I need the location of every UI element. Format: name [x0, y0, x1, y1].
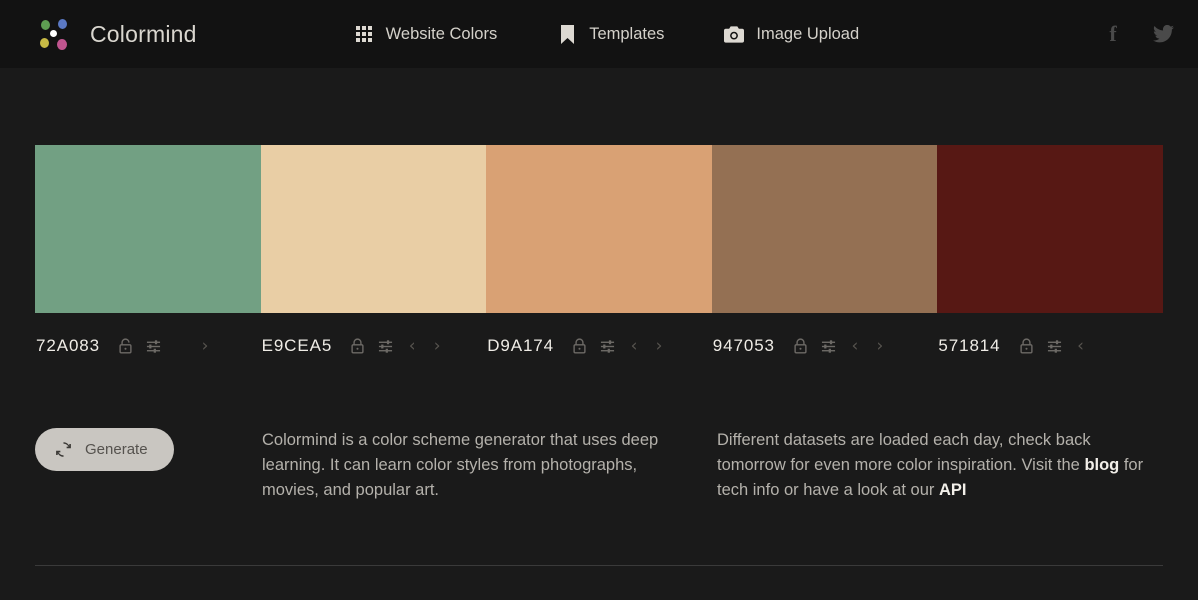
adjust-sliders-icon-1[interactable]	[145, 336, 162, 356]
bookmark-icon	[557, 24, 577, 44]
next-color-icon-3[interactable]: ›	[652, 336, 666, 356]
hex-code-3[interactable]: D9A174	[487, 336, 554, 356]
prev-color-icon-2[interactable]: ‹	[405, 336, 419, 356]
swatch-controls-bar: 72A083 ‹ › E9CEA5 ‹ › D9A174 ‹ › 947053 …	[35, 330, 1163, 362]
hex-code-1[interactable]: 72A083	[36, 336, 100, 356]
generate-column: Generate	[35, 428, 262, 503]
adjust-sliders-icon-2[interactable]	[377, 336, 394, 356]
site-header: Colormind Website Colors Templates Image…	[0, 0, 1198, 68]
generate-button[interactable]: Generate	[35, 428, 174, 471]
logo-dot-yellow	[40, 38, 49, 48]
colormind-dots-logo	[36, 17, 76, 51]
unlock-icon-1[interactable]	[117, 336, 134, 356]
swatch-controls-3: D9A174 ‹ ›	[486, 330, 712, 362]
color-swatch-4[interactable]	[711, 145, 938, 313]
swatch-controls-1: 72A083 ‹ ›	[35, 330, 261, 362]
blog-link[interactable]: blog	[1084, 456, 1119, 474]
api-link[interactable]: API	[939, 481, 967, 499]
description-paragraph-1: Colormind is a color scheme generator th…	[262, 431, 659, 499]
generate-button-label: Generate	[85, 441, 148, 458]
prev-color-icon-4[interactable]: ‹	[848, 336, 862, 356]
desc2-text-part1: Different datasets are loaded each day, …	[717, 431, 1091, 474]
color-palette	[35, 145, 1163, 313]
refresh-icon	[55, 441, 72, 458]
prev-color-icon-3[interactable]: ‹	[627, 336, 641, 356]
nav-label-templates: Templates	[589, 24, 665, 43]
lock-icon-5[interactable]	[1018, 336, 1035, 356]
logo-dot-pink	[57, 39, 67, 50]
nav-label-website-colors: Website Colors	[385, 24, 498, 43]
lock-icon-3[interactable]	[571, 336, 588, 356]
color-swatch-2[interactable]	[260, 145, 487, 313]
nav-item-image-upload[interactable]: Image Upload	[724, 24, 859, 44]
twitter-icon[interactable]	[1152, 22, 1174, 46]
hex-code-2[interactable]: E9CEA5	[262, 336, 333, 356]
color-swatch-3[interactable]	[486, 145, 712, 313]
facebook-icon[interactable]: f	[1102, 22, 1124, 46]
hex-code-4[interactable]: 947053	[713, 336, 775, 356]
nav-item-website-colors[interactable]: Website Colors	[354, 24, 498, 44]
next-color-icon-4[interactable]: ›	[873, 336, 887, 356]
camera-icon	[724, 24, 745, 44]
description-column-2: Different datasets are loaded each day, …	[717, 428, 1163, 503]
logo-dot-white	[50, 30, 57, 37]
adjust-sliders-icon-4[interactable]	[820, 336, 837, 356]
nav-label-image-upload: Image Upload	[756, 24, 860, 43]
nav-item-templates[interactable]: Templates	[557, 24, 664, 44]
prev-color-icon-5[interactable]: ‹	[1074, 336, 1088, 356]
hex-code-5[interactable]: 571814	[938, 336, 1000, 356]
grid-icon	[354, 24, 374, 44]
logo-dot-green	[41, 20, 50, 30]
lock-icon-4[interactable]	[792, 336, 809, 356]
brand-name: Colormind	[90, 20, 197, 47]
brand-logo-link[interactable]: Colormind	[36, 17, 197, 51]
main-nav: Website Colors Templates Image Upload	[354, 24, 859, 44]
lock-icon-2[interactable]	[349, 336, 366, 356]
next-color-icon-1[interactable]: ›	[198, 336, 212, 356]
description-paragraph-2: Different datasets are loaded each day, …	[717, 428, 1163, 503]
logo-dot-blue	[58, 19, 67, 29]
description-column-1: Colormind is a color scheme generator th…	[262, 428, 717, 503]
adjust-sliders-icon-3[interactable]	[599, 336, 616, 356]
swatch-controls-4: 947053 ‹ ›	[712, 330, 938, 362]
next-color-icon-2[interactable]: ›	[430, 336, 444, 356]
adjust-sliders-icon-5[interactable]	[1046, 336, 1063, 356]
color-swatch-1[interactable]	[35, 145, 261, 313]
info-row: Generate Colormind is a color scheme gen…	[35, 428, 1163, 503]
swatch-controls-2: E9CEA5 ‹ ›	[261, 330, 487, 362]
section-divider	[35, 565, 1163, 566]
swatch-controls-5: 571814 ‹ ›	[937, 330, 1163, 362]
social-links: f	[1102, 22, 1174, 46]
color-swatch-5[interactable]	[937, 145, 1163, 313]
